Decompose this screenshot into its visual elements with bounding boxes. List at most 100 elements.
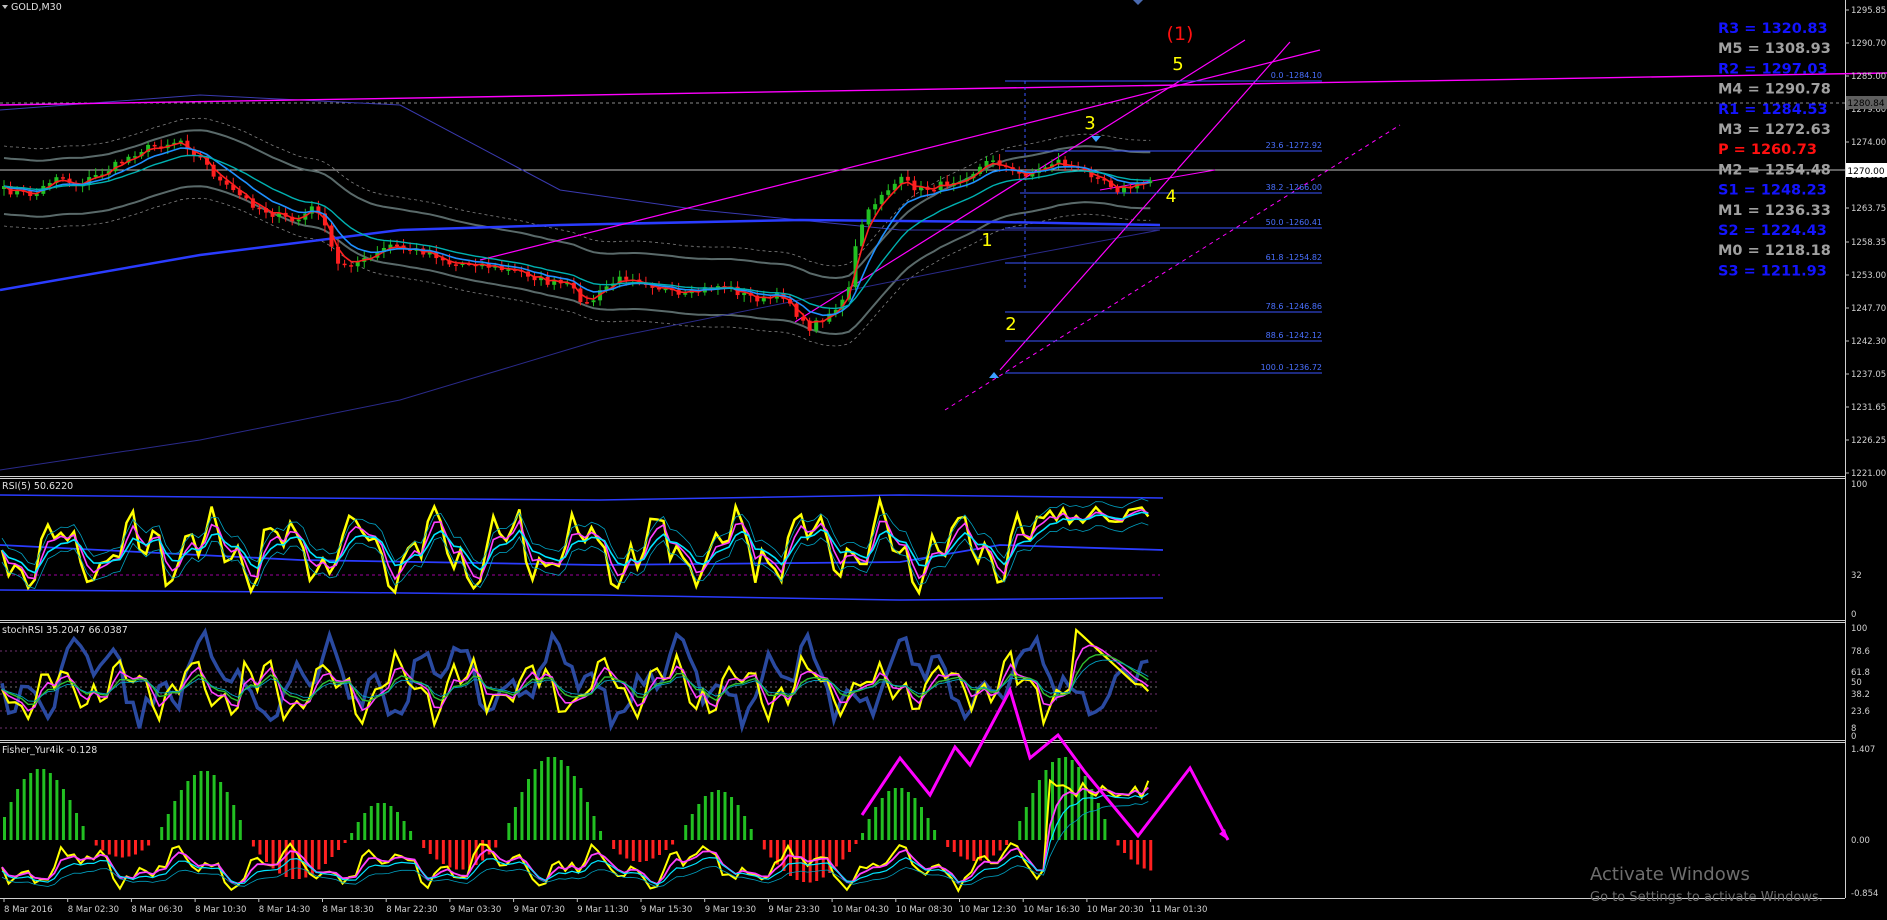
- time-tick-label: 8 Mar 10:30: [195, 905, 246, 915]
- fisher-bar-negative: [422, 840, 426, 848]
- fisher-tick-label: 0.00: [1851, 836, 1870, 846]
- fisher-bar-positive: [225, 792, 229, 840]
- stochrsi-tick-label: 100: [1851, 624, 1867, 634]
- fisher-bar-positive: [893, 788, 897, 840]
- fisher-bar-positive: [1051, 762, 1054, 840]
- fisher-bar-positive: [533, 769, 537, 840]
- fisher-bar-negative: [965, 840, 969, 860]
- pivot-level-label: S1 = 1248.23: [1718, 183, 1827, 199]
- fisher-bar-positive: [703, 796, 707, 840]
- fisher-bar-negative: [448, 840, 452, 868]
- fisher-bar-negative: [769, 840, 773, 858]
- fisher-bar-positive: [559, 760, 563, 840]
- fisher-bar-negative: [658, 840, 661, 855]
- fisher-bar-negative: [638, 840, 642, 862]
- fisher-bar-negative: [127, 840, 131, 857]
- fisher-bar-positive: [507, 823, 511, 840]
- fisher-bar-positive: [192, 775, 196, 840]
- time-tick-label: 9 Mar 07:30: [514, 905, 565, 915]
- candle-body: [866, 209, 871, 225]
- pivot-level-label: P = 1260.73: [1718, 142, 1817, 158]
- pivot-level-label: S3 = 1211.93: [1718, 263, 1827, 279]
- fisher-bar-positive: [9, 802, 13, 840]
- fisher-bar-negative: [94, 840, 98, 846]
- stochrsi-tick-label: 0: [1851, 732, 1856, 742]
- fisher-bar-negative: [265, 840, 268, 862]
- fisher-bar-negative: [664, 840, 668, 850]
- fisher-bar-positive: [68, 800, 72, 840]
- wave-label: 1: [981, 230, 992, 251]
- pivot-level-label: M2 = 1254.48: [1718, 162, 1831, 178]
- fisher-bar-positive: [933, 830, 937, 840]
- time-tick-label: 11 Mar 01:30: [1151, 905, 1208, 915]
- candle-body: [152, 144, 157, 147]
- fisher-bar-positive: [1031, 793, 1035, 840]
- fisher-bar-positive: [520, 792, 524, 840]
- stochrsi-tick-label: 38.2: [1851, 690, 1870, 700]
- fisher-bar-negative: [258, 840, 262, 855]
- wave-label: 3: [1084, 113, 1095, 134]
- fisher-bar-positive: [906, 792, 910, 840]
- fisher-bar-positive: [3, 817, 6, 840]
- fisher-bar-negative: [494, 840, 498, 848]
- candle-body: [349, 265, 354, 267]
- candle-body: [591, 300, 596, 303]
- price-tick-label: 1226.25: [1851, 436, 1886, 446]
- fisher-bar-positive: [232, 805, 236, 840]
- fisher-bar-negative: [789, 840, 792, 876]
- wave-label: 2: [1005, 314, 1016, 335]
- candle-body: [624, 276, 629, 280]
- time-tick-label: 10 Mar 16:30: [1023, 905, 1080, 915]
- fisher-bar-positive: [160, 827, 164, 840]
- price-tick-label: 1231.65: [1851, 403, 1886, 413]
- fisher-bar-negative: [651, 840, 655, 859]
- symbol-header[interactable]: GOLD,M30: [2, 2, 62, 13]
- fisher-bar-negative: [114, 840, 118, 857]
- candle-body: [873, 204, 878, 210]
- fisher-bar-negative: [1123, 840, 1127, 853]
- fisher-bar-positive: [579, 788, 583, 840]
- price-tick-label: 1274.00: [1851, 138, 1886, 148]
- fisher-bar-negative: [428, 840, 432, 854]
- fisher-bar-positive: [179, 790, 183, 840]
- current-price-label: 1270.00: [1847, 167, 1884, 177]
- fisher-bar-negative: [612, 840, 616, 849]
- fisher-bar-negative: [1149, 840, 1153, 871]
- fisher-bar-positive: [1103, 819, 1107, 840]
- fisher-bar-negative: [625, 840, 629, 859]
- wave-label: 5: [1172, 54, 1183, 75]
- fisher-bar-negative: [330, 840, 334, 857]
- fisher-bar-positive: [376, 803, 380, 840]
- fisher-bar-negative: [461, 840, 465, 870]
- fisher-bar-positive: [527, 779, 530, 840]
- rsi-tick-label: 0: [1851, 610, 1856, 620]
- fisher-bar-positive: [867, 819, 871, 840]
- fisher-bar-negative: [1136, 840, 1140, 865]
- fisher-bar-positive: [16, 789, 20, 840]
- fib-label: 38.2 -1266.00: [1266, 183, 1322, 192]
- fisher-bar-negative: [435, 840, 439, 860]
- fisher-bar-negative: [959, 840, 963, 857]
- candle-body: [932, 189, 937, 192]
- fisher-bar-negative: [671, 840, 675, 845]
- trading-chart[interactable]: 0.0 -1284.1023.6 -1272.9238.2 -1266.0050…: [0, 0, 1887, 920]
- fisher-bar-positive: [1090, 789, 1094, 840]
- candle-body: [395, 244, 399, 247]
- fisher-bar-positive: [920, 807, 923, 840]
- fisher-bar-negative: [323, 840, 327, 864]
- fib-label: 100.0 -1236.72: [1261, 363, 1322, 372]
- price-tick-label: 1237.05: [1851, 370, 1886, 380]
- fisher-bar-positive: [75, 813, 79, 840]
- stochrsi-tick-label: 50: [1851, 678, 1862, 688]
- watermark-line2: Go to Settings to activate Windows.: [1590, 890, 1823, 905]
- fisher-bar-positive: [363, 813, 367, 840]
- fisher-bar-negative: [317, 840, 321, 870]
- fisher-bar-positive: [1018, 821, 1022, 840]
- candle-body: [879, 194, 884, 205]
- fisher-bar-negative: [134, 840, 137, 855]
- price-tick-label: 1253.00: [1851, 271, 1886, 281]
- stochrsi-tick-label: 23.6: [1851, 707, 1870, 717]
- fisher-bar-positive: [736, 805, 740, 840]
- time-tick-label: 9 Mar 11:30: [577, 905, 628, 915]
- fisher-tick-label: 1.407: [1851, 745, 1875, 755]
